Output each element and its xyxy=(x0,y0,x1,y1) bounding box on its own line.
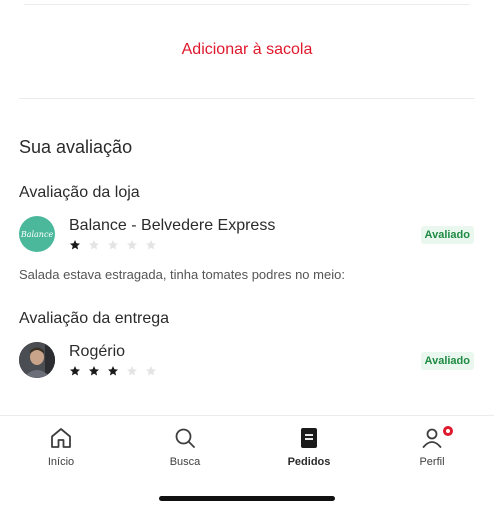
store-name: Balance - Belvedere Express xyxy=(69,217,276,234)
star-filled-icon xyxy=(89,366,99,376)
tab-busca[interactable]: Busca xyxy=(140,426,230,468)
star-filled-icon xyxy=(70,366,80,376)
review-section-title: Sua avaliação xyxy=(19,137,133,157)
star-empty-icon xyxy=(146,366,156,376)
delivery-status-badge: Avaliado xyxy=(420,352,474,370)
top-divider xyxy=(24,4,470,5)
store-review-comment: Salada estava estragada, tinha tomates p… xyxy=(19,267,345,282)
store-logo: Balance xyxy=(19,216,55,252)
tab-perfil-label: Perfil xyxy=(419,456,445,468)
tab-pedidos[interactable]: Pedidos xyxy=(264,426,354,468)
home-indicator[interactable] xyxy=(159,496,335,501)
store-logo-text: Balance xyxy=(20,229,54,239)
star-empty-icon xyxy=(127,240,137,250)
store-review-heading: Avaliação da loja xyxy=(19,184,140,201)
add-to-bag-button[interactable]: Adicionar à sacola xyxy=(0,30,494,70)
notification-dot-icon xyxy=(441,424,455,438)
tab-inicio-label: Início xyxy=(47,456,75,468)
delivery-review-heading: Avaliação da entrega xyxy=(19,310,170,327)
section-divider xyxy=(19,98,475,99)
star-empty-icon xyxy=(108,240,118,250)
courier-avatar xyxy=(19,342,55,378)
courier-name: Rogério xyxy=(69,343,126,360)
star-empty-icon xyxy=(89,240,99,250)
tab-perfil[interactable]: Perfil xyxy=(387,424,477,468)
star-filled-icon xyxy=(108,366,118,376)
star-filled-icon xyxy=(70,240,80,250)
tab-busca-label: Busca xyxy=(169,456,201,468)
store-rating-stars xyxy=(69,239,157,251)
search-icon xyxy=(175,428,195,448)
orders-icon xyxy=(301,428,317,448)
tab-pedidos-label: Pedidos xyxy=(287,456,331,468)
home-icon xyxy=(51,428,71,448)
tab-inicio[interactable]: Início xyxy=(16,426,106,468)
delivery-rating-stars xyxy=(69,365,157,377)
star-empty-icon xyxy=(127,366,137,376)
store-status-badge: Avaliado xyxy=(420,226,474,244)
star-empty-icon xyxy=(146,240,156,250)
